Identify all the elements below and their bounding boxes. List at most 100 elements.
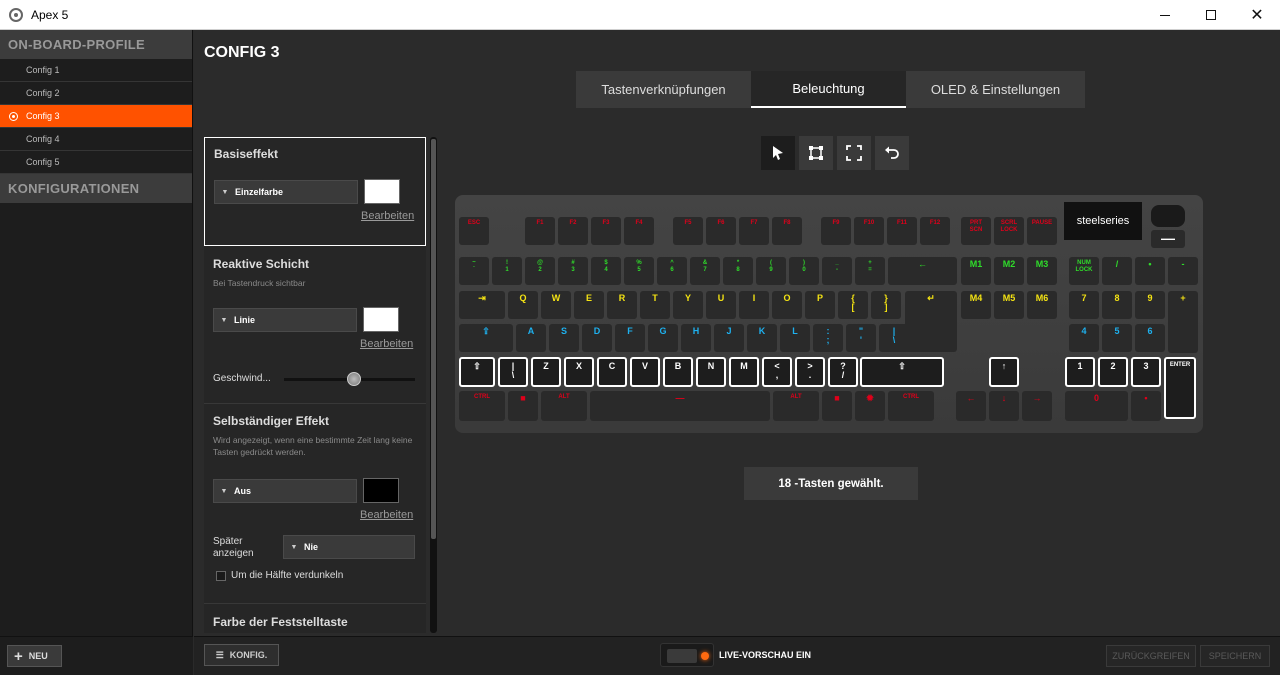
- keyboard-key[interactable]: F2: [558, 217, 588, 245]
- speed-slider-handle[interactable]: [347, 372, 361, 386]
- keyboard-key[interactable]: F8: [772, 217, 802, 245]
- tab-lighting[interactable]: Beleuchtung: [751, 71, 906, 108]
- keyboard-key[interactable]: * 8: [723, 257, 753, 285]
- keyboard-key[interactable]: ~ `: [459, 257, 489, 285]
- config-menu-button[interactable]: ☰ KONFIG.: [204, 644, 279, 666]
- keyboard-key[interactable]: ? /: [828, 357, 858, 387]
- keyboard-key[interactable]: H: [681, 324, 711, 352]
- keyboard-key[interactable]: 2: [1098, 357, 1128, 387]
- profile-item-config-2[interactable]: Config 2: [0, 82, 192, 105]
- keyboard-key[interactable]: ⇥: [459, 291, 505, 319]
- keyboard-key[interactable]: ENTER: [1164, 357, 1196, 419]
- keyboard-key[interactable]: ⇧: [459, 357, 495, 387]
- keyboard-key[interactable]: ←: [956, 391, 986, 421]
- keyboard-key[interactable]: ) 0: [789, 257, 819, 285]
- keyboard-key[interactable]: (9: [756, 257, 786, 285]
- keyboard-key[interactable]: L: [780, 324, 810, 352]
- media-key[interactable]: —: [1151, 230, 1185, 248]
- scrollbar-thumb[interactable]: [431, 139, 436, 539]
- keyboard-key[interactable]: ■: [508, 391, 538, 421]
- keyboard-key[interactable]: F10: [854, 217, 884, 245]
- keyboard-key[interactable]: A: [516, 324, 546, 352]
- keyboard-key[interactable]: ALT: [773, 391, 819, 421]
- keyboard-key[interactable]: F3: [591, 217, 621, 245]
- keyboard-key[interactable]: —: [590, 391, 770, 421]
- keyboard-key[interactable]: Y: [673, 291, 703, 319]
- live-preview-toggle[interactable]: [660, 643, 714, 667]
- base-color-swatch[interactable]: [364, 179, 400, 204]
- keyboard-key[interactable]: ↵: [905, 291, 957, 352]
- keyboard-key[interactable]: :;: [813, 324, 843, 352]
- profile-item-config-1[interactable]: Config 1: [0, 59, 192, 82]
- keyboard-key[interactable]: F1: [525, 217, 555, 245]
- keyboard-key[interactable]: M2: [994, 257, 1024, 285]
- keyboard-key[interactable]: M3: [1027, 257, 1057, 285]
- keyboard-key[interactable]: 7: [1069, 291, 1099, 319]
- keyboard-key[interactable]: M1: [961, 257, 991, 285]
- keyboard-key[interactable]: •: [1135, 257, 1165, 285]
- keyboard-key[interactable]: X: [564, 357, 594, 387]
- cursor-select-tool[interactable]: [761, 136, 795, 170]
- keyboard-key[interactable]: I: [739, 291, 769, 319]
- keyboard-key[interactable]: ESC: [459, 217, 489, 245]
- keyboard-key[interactable]: <,: [762, 357, 792, 387]
- keyboard-key[interactable]: K: [747, 324, 777, 352]
- keyboard-key[interactable]: SCRL LOCK: [994, 217, 1024, 245]
- standalone-color-swatch[interactable]: [363, 478, 399, 503]
- base-effect-dropdown[interactable]: ▼ Einzelfarbe: [214, 180, 358, 204]
- keyboard-key[interactable]: D: [582, 324, 612, 352]
- minimize-button[interactable]: [1142, 0, 1188, 30]
- keyboard-key[interactable]: /: [1102, 257, 1132, 285]
- keyboard-key[interactable]: PRT SCN: [961, 217, 991, 245]
- keyboard-key[interactable]: #3: [558, 257, 588, 285]
- keyboard-key[interactable]: 3: [1131, 357, 1161, 387]
- keyboard-key[interactable]: ✹: [855, 391, 885, 421]
- keyboard-key[interactable]: CTRL: [888, 391, 934, 421]
- keyboard-key[interactable]: R: [607, 291, 637, 319]
- new-config-button[interactable]: + NEU: [7, 645, 62, 667]
- dim-half-checkbox[interactable]: [216, 571, 226, 581]
- keyboard-key[interactable]: PAUSE: [1027, 217, 1057, 245]
- close-button[interactable]: ✕: [1234, 0, 1280, 30]
- keyboard-key[interactable]: _ -: [822, 257, 852, 285]
- panel-scrollbar[interactable]: [430, 137, 437, 633]
- profile-item-config-4[interactable]: Config 4: [0, 128, 192, 151]
- reactive-color-swatch[interactable]: [363, 307, 399, 332]
- keyboard-key[interactable]: 9: [1135, 291, 1165, 319]
- keyboard-key[interactable]: M: [729, 357, 759, 387]
- profile-item-config-3[interactable]: Config 3: [0, 105, 192, 128]
- keyboard-key[interactable]: B: [663, 357, 693, 387]
- keyboard-key[interactable]: ↓: [989, 391, 1019, 421]
- keyboard-key[interactable]: 8: [1102, 291, 1132, 319]
- standalone-edit-link[interactable]: Bearbeiten: [360, 509, 413, 521]
- keyboard-key[interactable]: F12: [920, 217, 950, 245]
- keyboard-key[interactable]: V: [630, 357, 660, 387]
- keyboard-key[interactable]: {[: [838, 291, 868, 319]
- keyboard-key[interactable]: T: [640, 291, 670, 319]
- keyboard-key[interactable]: F6: [706, 217, 736, 245]
- keyboard-key[interactable]: 6: [1135, 324, 1165, 352]
- standalone-effect-dropdown[interactable]: ▼ Aus: [213, 479, 357, 503]
- show-later-dropdown[interactable]: ▼ Nie: [283, 535, 415, 559]
- reactive-edit-link[interactable]: Bearbeiten: [360, 338, 413, 350]
- keyboard-key[interactable]: 1: [1065, 357, 1095, 387]
- keyboard-key[interactable]: ^ 6: [657, 257, 687, 285]
- keyboard-key[interactable]: F9: [821, 217, 851, 245]
- keyboard-key[interactable]: | \: [498, 357, 528, 387]
- keyboard-key[interactable]: " ': [846, 324, 876, 352]
- keyboard-key[interactable]: ALT: [541, 391, 587, 421]
- rect-select-tool[interactable]: [799, 136, 833, 170]
- speed-slider-track[interactable]: [284, 372, 415, 386]
- select-all-tool[interactable]: [837, 136, 871, 170]
- keyboard-key[interactable]: S: [549, 324, 579, 352]
- keyboard-key[interactable]: CTRL: [459, 391, 505, 421]
- keyboard-key[interactable]: ⇧: [860, 357, 944, 387]
- keyboard-key[interactable]: $4: [591, 257, 621, 285]
- keyboard-key[interactable]: G: [648, 324, 678, 352]
- keyboard-key[interactable]: →: [1022, 391, 1052, 421]
- keyboard-key[interactable]: ■: [822, 391, 852, 421]
- reactive-effect-dropdown[interactable]: ▼ Linie: [213, 308, 357, 332]
- keyboard-key[interactable]: M6: [1027, 291, 1057, 319]
- keyboard-key[interactable]: % 5: [624, 257, 654, 285]
- keyboard-key[interactable]: Q: [508, 291, 538, 319]
